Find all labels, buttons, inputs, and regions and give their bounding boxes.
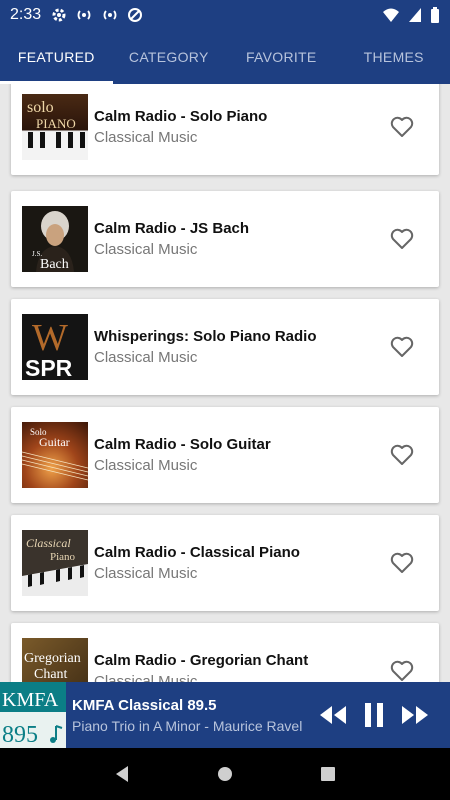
heart-outline-icon[interactable] <box>385 330 419 364</box>
station-card-js-bach[interactable]: J.S. Bach Calm Radio - JS Bach Classical… <box>11 191 439 287</box>
svg-text:Bach: Bach <box>40 257 69 272</box>
battery-icon <box>431 7 439 23</box>
heart-outline-icon[interactable] <box>385 654 419 682</box>
svg-text:Classical: Classical <box>26 536 71 550</box>
tab-featured[interactable]: FEATURED <box>0 30 113 84</box>
station-title: Calm Radio - Gregorian Chant <box>94 652 309 669</box>
status-time: 2:33 <box>10 6 42 23</box>
broadcast-icon-2 <box>103 10 117 20</box>
station-thumbnail-classical-piano: Classical Piano <box>22 530 88 596</box>
station-card-solo-piano[interactable]: solo PIANO Calm Radio - Solo Piano Class… <box>11 84 439 175</box>
station-title: Calm Radio - JS Bach <box>94 220 250 237</box>
recents-icon[interactable] <box>319 765 337 783</box>
station-title: Calm Radio - Classical Piano <box>94 544 300 561</box>
station-title: Whisperings: Solo Piano Radio <box>94 328 317 345</box>
pause-icon[interactable] <box>362 702 386 728</box>
station-subtitle: Classical Music <box>94 241 198 258</box>
station-card-gregorian-chant[interactable]: Gregorian Chant Calm Radio - Gregorian C… <box>11 623 439 682</box>
piano-keys-icon: solo PIANO <box>22 99 88 160</box>
station-subtitle: Classical Music <box>94 349 198 366</box>
station-thumbnail-solo-guitar: Solo Guitar <box>22 422 88 488</box>
svg-text:Piano: Piano <box>50 551 76 563</box>
station-title: Calm Radio - Solo Guitar <box>94 436 271 453</box>
now-playing-bar[interactable]: KMFA 895 KMFA Classical 89.5 Piano Trio … <box>0 682 450 748</box>
heart-outline-icon[interactable] <box>385 222 419 256</box>
station-thumbnail-solo-piano: solo PIANO <box>22 94 88 160</box>
station-subtitle: Classical Music <box>94 129 198 146</box>
now-playing-station: KMFA Classical 89.5 <box>72 696 217 714</box>
tab-bar: FEATURED CATEGORY FAVORITE THEMES <box>0 30 450 84</box>
wifi-icon <box>383 8 399 22</box>
station-thumbnail-whisperings: W SPR <box>22 314 88 380</box>
tab-category[interactable]: CATEGORY <box>113 30 226 84</box>
svg-text:SPR: SPR <box>25 355 73 380</box>
cell-signal-icon <box>409 8 421 22</box>
now-playing-track: Piano Trio in A Minor - Maurice Ravel <box>72 717 303 734</box>
svg-text:Gregorian: Gregorian <box>24 651 81 666</box>
home-icon[interactable] <box>216 765 234 783</box>
broadcast-icon <box>77 10 91 20</box>
station-card-classical-piano[interactable]: Classical Piano Calm Radio - Classical P… <box>11 515 439 611</box>
data-saver-icon <box>128 8 143 22</box>
rewind-icon[interactable] <box>318 704 348 726</box>
heart-outline-icon[interactable] <box>385 110 419 144</box>
station-thumbnail-js-bach: J.S. Bach <box>22 206 88 272</box>
tab-themes[interactable]: THEMES <box>338 30 450 84</box>
svg-text:Guitar: Guitar <box>39 435 70 449</box>
tab-favorite[interactable]: FAVORITE <box>225 30 338 84</box>
station-card-solo-guitar[interactable]: Solo Guitar Calm Radio - Solo Guitar Cla… <box>11 407 439 503</box>
settings-icon <box>52 8 66 22</box>
status-bar: 2:33 <box>0 0 450 30</box>
svg-text:solo: solo <box>27 99 54 116</box>
heart-outline-icon[interactable] <box>385 546 419 580</box>
heart-outline-icon[interactable] <box>385 438 419 472</box>
back-icon[interactable] <box>113 765 131 783</box>
svg-text:W: W <box>32 317 68 359</box>
station-list[interactable]: solo PIANO Calm Radio - Solo Piano Class… <box>0 84 450 682</box>
system-nav-bar <box>0 748 450 800</box>
station-subtitle: Classical Music <box>94 673 198 682</box>
artwork-top-text: KMFA <box>2 689 59 711</box>
station-title: Calm Radio - Solo Piano <box>94 108 268 125</box>
svg-text:PIANO: PIANO <box>36 116 76 131</box>
now-playing-artwork: KMFA 895 <box>0 682 66 748</box>
svg-text:Chant: Chant <box>34 667 68 682</box>
station-subtitle: Classical Music <box>94 565 198 582</box>
artwork-bottom-text: 895 <box>2 722 38 748</box>
station-subtitle: Classical Music <box>94 457 198 474</box>
fast-forward-icon[interactable] <box>400 704 430 726</box>
station-card-whisperings[interactable]: W SPR Whisperings: Solo Piano Radio Clas… <box>11 299 439 395</box>
station-thumbnail-gregorian-chant: Gregorian Chant <box>22 638 88 682</box>
